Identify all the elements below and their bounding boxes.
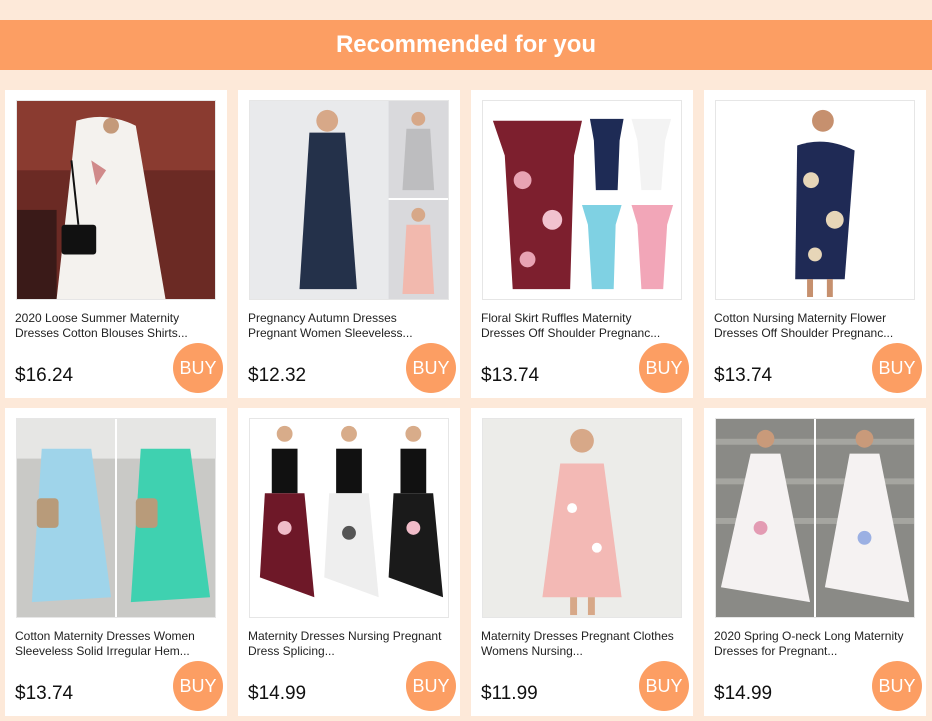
product-image[interactable] bbox=[482, 100, 682, 300]
product-title[interactable]: Cotton Maternity Dresses Women Sleeveles… bbox=[15, 629, 211, 659]
product-price: $13.74 bbox=[15, 683, 74, 704]
product-title[interactable]: Maternity Dresses Pregnant Clothes Women… bbox=[481, 629, 677, 659]
banner-title: Recommended for you bbox=[335, 31, 597, 58]
product-title[interactable]: Cotton Nursing Maternity Flower Dresses … bbox=[714, 311, 910, 341]
product-card[interactable]: 2020 Loose Summer Maternity Dresses Cott… bbox=[5, 90, 227, 398]
product-image[interactable] bbox=[715, 418, 915, 618]
product-image[interactable] bbox=[16, 418, 216, 618]
product-price: $11.99 bbox=[481, 683, 538, 704]
product-title[interactable]: 2020 Spring O-neck Long Maternity Dresse… bbox=[714, 629, 910, 659]
recommended-banner: Recommended for you bbox=[0, 20, 932, 70]
product-card[interactable]: Cotton Nursing Maternity Flower Dresses … bbox=[704, 90, 926, 398]
product-price: $12.32 bbox=[248, 365, 307, 386]
buy-button[interactable]: BUY bbox=[173, 661, 223, 711]
buy-button[interactable]: BUY bbox=[639, 661, 689, 711]
product-card[interactable]: Maternity Dresses Nursing Pregnant Dress… bbox=[238, 408, 460, 716]
product-card[interactable]: 2020 Spring O-neck Long Maternity Dresse… bbox=[704, 408, 926, 716]
product-image[interactable] bbox=[715, 100, 915, 300]
product-card[interactable]: Maternity Dresses Pregnant Clothes Women… bbox=[471, 408, 693, 716]
product-price: $13.74 bbox=[714, 365, 773, 386]
product-title[interactable]: Pregnancy Autumn Dresses Pregnant Women … bbox=[248, 311, 444, 341]
product-grid: 2020 Loose Summer Maternity Dresses Cott… bbox=[5, 90, 926, 716]
product-card[interactable]: Floral Skirt Ruffles Maternity Dresses O… bbox=[471, 90, 693, 398]
buy-button[interactable]: BUY bbox=[406, 343, 456, 393]
product-title[interactable]: 2020 Loose Summer Maternity Dresses Cott… bbox=[15, 311, 211, 341]
product-title[interactable]: Maternity Dresses Nursing Pregnant Dress… bbox=[248, 629, 444, 659]
product-title[interactable]: Floral Skirt Ruffles Maternity Dresses O… bbox=[481, 311, 677, 341]
product-card[interactable]: Cotton Maternity Dresses Women Sleeveles… bbox=[5, 408, 227, 716]
product-price: $13.74 bbox=[481, 365, 540, 386]
buy-button[interactable]: BUY bbox=[173, 343, 223, 393]
product-price: $14.99 bbox=[714, 683, 773, 704]
product-price: $14.99 bbox=[248, 683, 307, 704]
buy-button[interactable]: BUY bbox=[639, 343, 689, 393]
product-image[interactable] bbox=[249, 100, 449, 300]
product-card[interactable]: Pregnancy Autumn Dresses Pregnant Women … bbox=[238, 90, 460, 398]
product-image[interactable] bbox=[482, 418, 682, 618]
product-image[interactable] bbox=[249, 418, 449, 618]
buy-button[interactable]: BUY bbox=[872, 343, 922, 393]
buy-button[interactable]: BUY bbox=[406, 661, 456, 711]
product-price: $16.24 bbox=[15, 365, 74, 386]
buy-button[interactable]: BUY bbox=[872, 661, 922, 711]
product-image[interactable] bbox=[16, 100, 216, 300]
